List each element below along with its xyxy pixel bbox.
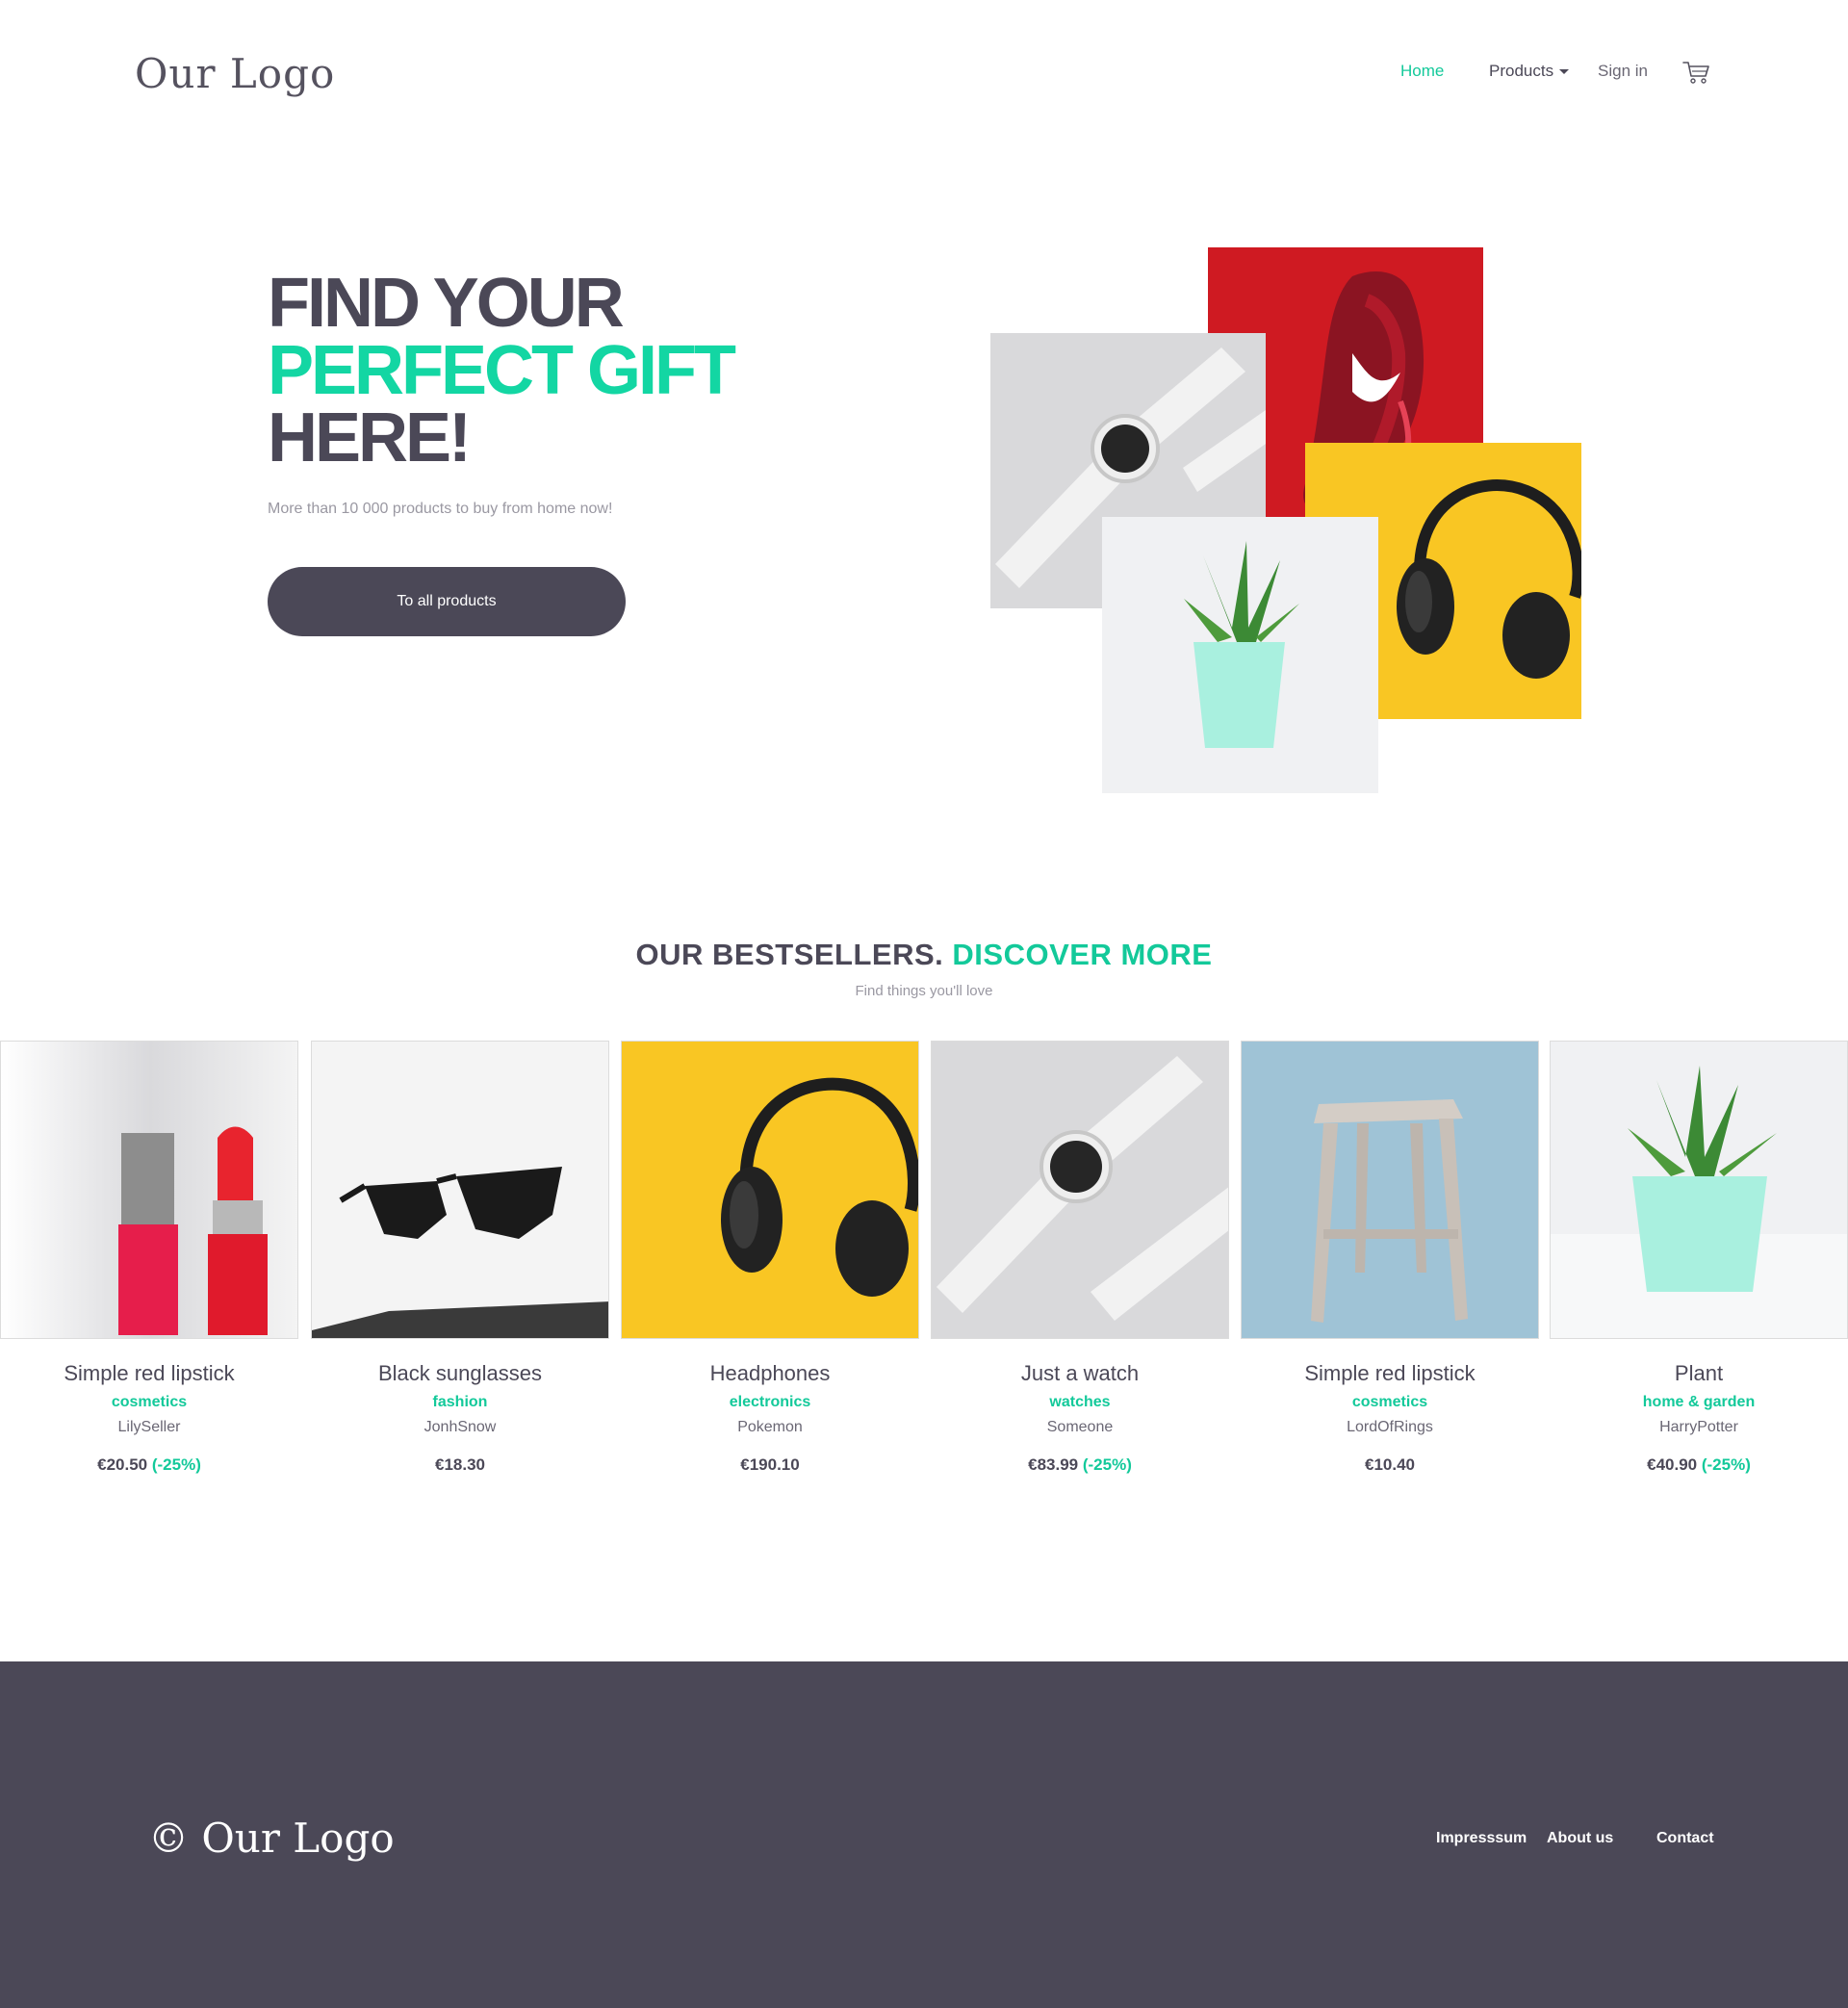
price-discount: (-25%) — [151, 1455, 201, 1474]
plant-image — [1550, 1041, 1848, 1339]
product-seller: LordOfRings — [1347, 1419, 1433, 1435]
bestsellers-title: OUR BESTSELLERS. DISCOVER MORE — [0, 938, 1848, 972]
price-discount: (-25%) — [1701, 1455, 1751, 1474]
product-category[interactable]: electronics — [621, 1394, 919, 1411]
footer-contact-link[interactable]: Contact — [1656, 1830, 1714, 1847]
product-card[interactable]: Just a watch watches Someone €83.99 (-25… — [931, 1041, 1229, 1475]
price-value: €10.40 — [1365, 1455, 1415, 1474]
price-value: €190.10 — [740, 1455, 800, 1474]
footer-logo[interactable]: © Our Logo — [148, 1815, 395, 1862]
stool-image — [1241, 1041, 1539, 1339]
nav-products-label: Products — [1489, 62, 1554, 80]
footer-impressum-link[interactable]: Impresssum — [1436, 1830, 1527, 1847]
product-card[interactable]: Simple red lipstick cosmetics LilySeller… — [0, 1041, 298, 1475]
product-price: €10.40 — [1241, 1455, 1539, 1475]
product-card[interactable]: Plant home & garden HarryPotter €40.90 (… — [1550, 1041, 1848, 1475]
hero-subtitle: More than 10 000 products to buy from ho… — [268, 501, 613, 517]
main-nav: Home Products Sign in — [0, 62, 1848, 90]
price-value: €83.99 — [1028, 1455, 1079, 1474]
product-seller: JonhSnow — [424, 1419, 497, 1435]
price-value: €20.50 — [97, 1455, 148, 1474]
product-category[interactable]: cosmetics — [0, 1394, 298, 1411]
chevron-down-icon — [1559, 69, 1570, 75]
product-price: €40.90 (-25%) — [1550, 1455, 1848, 1475]
product-card[interactable]: Headphones electronics Pokemon €190.10 — [621, 1041, 919, 1475]
hero-title-line1: FIND YOUR — [268, 265, 625, 342]
hero-title-accent: PERFECT GIFT — [268, 332, 736, 409]
footer-about-link[interactable]: About us — [1547, 1830, 1613, 1847]
price-value: €18.30 — [435, 1455, 485, 1474]
discover-more-link[interactable]: DISCOVER MORE — [952, 938, 1212, 971]
product-category[interactable]: home & garden — [1550, 1394, 1848, 1411]
product-category[interactable]: cosmetics — [1241, 1394, 1539, 1411]
sunglasses-image — [311, 1041, 609, 1339]
nav-products-dropdown[interactable]: Products — [1489, 62, 1570, 81]
cart-icon[interactable] — [1682, 60, 1711, 85]
lipstick-image — [0, 1041, 298, 1339]
product-seller: Pokemon — [737, 1419, 803, 1435]
product-price: €18.30 — [311, 1455, 609, 1475]
product-category[interactable]: watches — [931, 1394, 1229, 1411]
product-price: €190.10 — [621, 1455, 919, 1475]
product-name: Headphones — [709, 1361, 831, 1385]
bestsellers-subtitle: Find things you'll love — [855, 983, 993, 999]
product-seller: LilySeller — [117, 1419, 181, 1435]
product-seller: HarryPotter — [1659, 1419, 1738, 1435]
hero-title-line3: HERE! — [268, 399, 472, 476]
headphones-image — [621, 1041, 919, 1339]
product-seller: Someone — [1046, 1419, 1114, 1435]
price-discount: (-25%) — [1082, 1455, 1132, 1474]
nav-home-link[interactable]: Home — [1400, 62, 1444, 81]
product-price: €83.99 (-25%) — [931, 1455, 1229, 1475]
product-card[interactable]: Simple red lipstick cosmetics LordOfRing… — [1241, 1041, 1539, 1475]
product-price: €20.50 (-25%) — [0, 1455, 298, 1475]
nav-signin-link[interactable]: Sign in — [1598, 62, 1648, 81]
product-name: Plant — [1674, 1361, 1724, 1385]
product-name: Just a watch — [1020, 1361, 1140, 1385]
product-name: Black sunglasses — [378, 1361, 542, 1385]
site-footer: © Our Logo Impresssum About us Contact — [0, 1661, 1848, 2008]
all-products-button[interactable]: To all products — [268, 567, 626, 636]
product-name: Simple red lipstick — [1304, 1361, 1476, 1385]
watch-image — [931, 1041, 1229, 1339]
product-name: Simple red lipstick — [64, 1361, 235, 1385]
hero-title: FIND YOUR PERFECT GIFT HERE! — [268, 265, 736, 476]
bestsellers-title-main: OUR BESTSELLERS. — [635, 938, 944, 971]
price-value: €40.90 — [1647, 1455, 1698, 1474]
plant-image — [1102, 517, 1378, 793]
product-category[interactable]: fashion — [311, 1394, 609, 1411]
product-card[interactable]: Black sunglasses fashion JonhSnow €18.30 — [311, 1041, 609, 1475]
